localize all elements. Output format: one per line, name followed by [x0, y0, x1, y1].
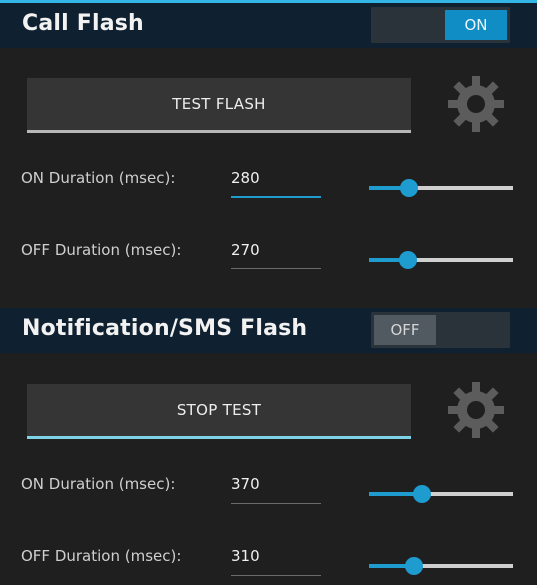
call-flash-title: Call Flash	[22, 11, 144, 36]
sms-off-duration-label: OFF Duration (msec):	[21, 547, 182, 565]
sms-on-duration-label: ON Duration (msec):	[21, 475, 176, 493]
call-on-duration-underline	[231, 196, 321, 198]
sms-on-duration-underline	[231, 503, 321, 504]
call-off-duration-slider[interactable]	[369, 250, 513, 270]
sms-off-duration-input[interactable]: 310	[231, 547, 321, 565]
sms-off-duration-slider[interactable]	[369, 556, 513, 576]
call-on-duration-slider[interactable]	[369, 178, 513, 198]
call-off-duration-input[interactable]: 270	[231, 241, 321, 259]
test-flash-button[interactable]: TEST FLASH	[27, 78, 411, 133]
slider-thumb[interactable]	[400, 179, 418, 197]
slider-thumb[interactable]	[399, 251, 417, 269]
gear-icon[interactable]	[446, 380, 506, 440]
gear-icon[interactable]	[446, 74, 506, 134]
call-on-duration-input[interactable]: 280	[231, 169, 321, 187]
call-flash-toggle-label: ON	[445, 10, 507, 40]
call-flash-toggle[interactable]: ON	[371, 7, 510, 43]
sms-on-duration-slider[interactable]	[369, 484, 513, 504]
stop-test-button[interactable]: STOP TEST	[27, 384, 411, 439]
slider-thumb[interactable]	[413, 485, 431, 503]
slider-thumb[interactable]	[405, 557, 423, 575]
sms-flash-toggle-label: OFF	[374, 315, 436, 345]
call-on-duration-label: ON Duration (msec):	[21, 169, 176, 187]
sms-flash-toggle[interactable]: OFF	[371, 312, 510, 348]
call-off-duration-label: OFF Duration (msec):	[21, 241, 182, 259]
sms-off-duration-underline	[231, 575, 321, 576]
sms-flash-title: Notification/SMS Flash	[22, 316, 308, 341]
sms-flash-header: Notification/SMS Flash OFF	[0, 308, 537, 353]
call-off-duration-underline	[231, 268, 321, 269]
sms-on-duration-input[interactable]: 370	[231, 475, 321, 493]
call-flash-header: Call Flash ON	[0, 3, 537, 48]
